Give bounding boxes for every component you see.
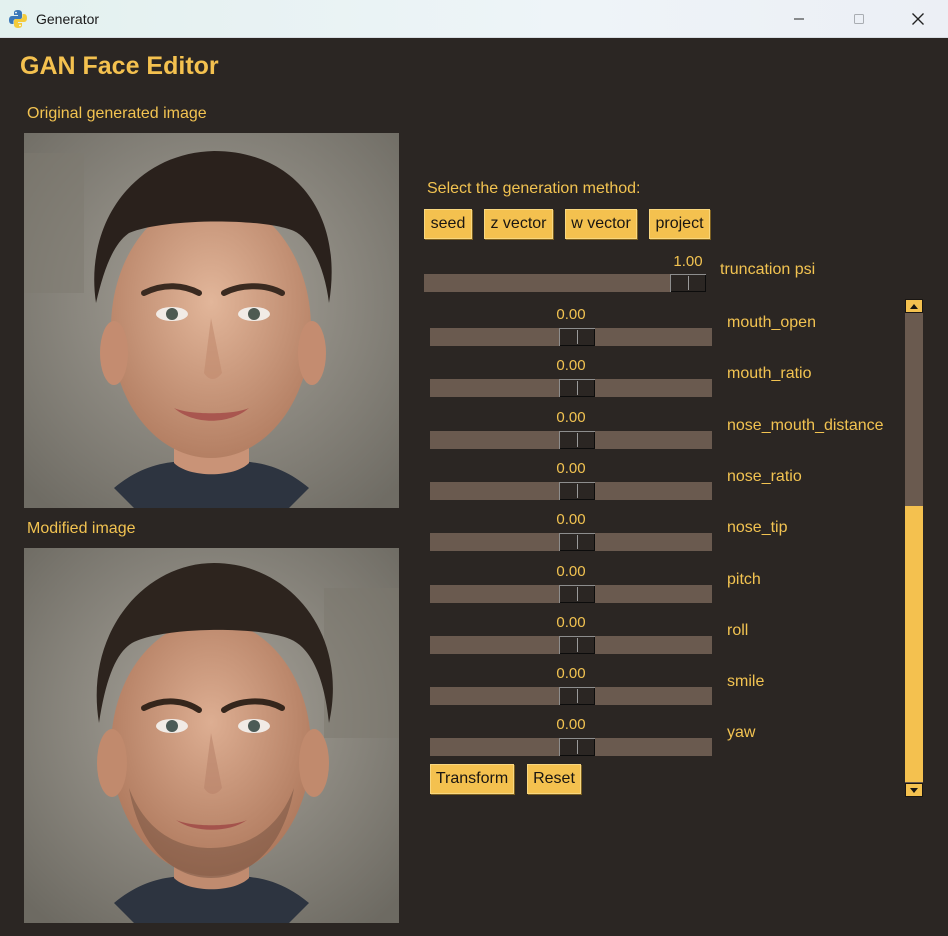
project-button[interactable]: project <box>649 209 710 239</box>
slider-thumb[interactable] <box>559 481 595 500</box>
maximize-button[interactable] <box>830 0 888 38</box>
slider-thumb[interactable] <box>559 687 595 706</box>
maximize-icon <box>854 14 864 24</box>
mouth-ratio-slider[interactable] <box>430 375 712 398</box>
smile-slider[interactable] <box>430 683 712 706</box>
close-button[interactable] <box>889 0 947 38</box>
modified-face-image <box>24 548 399 923</box>
slider-thumb[interactable] <box>559 379 595 398</box>
page-title: GAN Face Editor <box>20 52 219 80</box>
slider-label: nose_tip <box>727 519 788 537</box>
nose-ratio-slider[interactable] <box>430 478 712 500</box>
slider-value: 0.00 <box>556 562 586 580</box>
slider-value: 0.00 <box>556 306 586 323</box>
nose-tip-slider[interactable] <box>430 529 712 552</box>
z-vector-button[interactable]: z vector <box>484 209 553 239</box>
slider-label: nose_mouth_distance <box>727 416 884 434</box>
slider-label: smile <box>727 673 765 691</box>
pitch-slider[interactable] <box>430 581 712 603</box>
slider-value: 0.00 <box>556 613 586 631</box>
slider-label: pitch <box>727 570 761 588</box>
generation-method-prompt: Select the generation method: <box>427 180 641 197</box>
truncation-label: truncation psi <box>720 261 816 278</box>
window-title-bar[interactable]: Generator <box>0 0 948 38</box>
slider-label: roll <box>727 621 749 639</box>
slider-value: 0.00 <box>556 511 586 529</box>
original-face-image <box>24 133 399 508</box>
w-vector-button[interactable]: w vector <box>565 209 637 239</box>
slider-thumb[interactable] <box>559 328 595 346</box>
yaw-slider[interactable] <box>430 734 712 757</box>
slider-label: nose_ratio <box>727 467 802 485</box>
slider-value: 0.00 <box>556 459 586 477</box>
scroll-down-button[interactable] <box>905 783 923 797</box>
reset-button[interactable]: Reset <box>527 764 581 794</box>
slider-thumb[interactable] <box>559 738 595 757</box>
slider-value: 0.00 <box>556 408 586 426</box>
seed-button[interactable]: seed <box>424 209 472 239</box>
slider-label: yaw <box>727 724 756 742</box>
slider-label: mouth_open <box>727 314 816 331</box>
mouth-open-slider[interactable] <box>430 324 712 346</box>
arrow-up-icon <box>910 303 918 309</box>
truncation-slider[interactable] <box>424 270 706 292</box>
minimize-icon <box>794 18 804 20</box>
original-image-label: Original generated image <box>27 105 207 122</box>
nose-mouth-distance-slider[interactable] <box>430 427 712 449</box>
truncation-slider-track[interactable] <box>424 274 706 292</box>
slider-label: mouth_ratio <box>727 365 812 383</box>
minimize-button[interactable] <box>770 0 828 38</box>
close-icon <box>912 13 924 25</box>
slider-thumb[interactable] <box>559 430 595 449</box>
slider-value: 0.00 <box>556 357 586 375</box>
slider-thumb[interactable] <box>559 584 595 603</box>
roll-slider[interactable] <box>430 632 712 654</box>
python-icon <box>9 10 27 28</box>
arrow-down-icon <box>910 787 918 793</box>
scroll-up-button[interactable] <box>905 299 923 313</box>
app-content: GAN Face Editor Original generated image <box>0 38 948 936</box>
slider-thumb[interactable] <box>559 533 595 552</box>
slider-thumb[interactable] <box>559 635 595 654</box>
window-title: Generator <box>36 11 100 27</box>
modified-image-label: Modified image <box>27 520 136 537</box>
scrollbar-thumb[interactable] <box>905 506 923 782</box>
slider-value: 0.00 <box>556 665 586 683</box>
truncation-value: 1.00 <box>673 253 703 270</box>
truncation-slider-thumb[interactable] <box>670 274 706 292</box>
slider-value: 0.00 <box>556 716 586 734</box>
transform-button[interactable]: Transform <box>430 764 514 794</box>
